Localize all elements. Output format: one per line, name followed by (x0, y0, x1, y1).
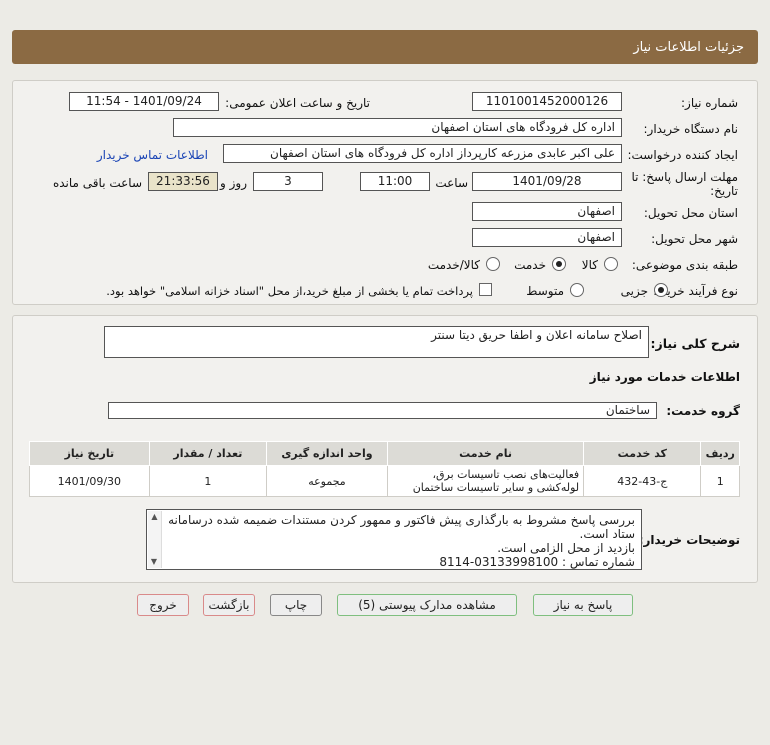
services-table: ردیف کد خدمت نام خدمت واحد اندازه گیری ت… (29, 441, 740, 497)
treasury-payment-checkbox[interactable] (479, 283, 492, 296)
deadline-date-field: 1401/09/28 (472, 172, 622, 191)
cell-service-code: ج-43-432 (583, 465, 702, 497)
table-row: 1 ج-43-432 فعالیت‌های نصب تاسیسات برق، ل… (29, 465, 740, 497)
col-unit: واحد اندازه گیری (266, 441, 388, 466)
purchase-option-minor: جزیی (620, 284, 648, 298)
buyer-note-line: شماره تماس : 03133998100-8114 (439, 555, 635, 569)
creator-label: ایجاد کننده درخواست: (627, 148, 738, 162)
cell-service-name: فعالیت‌های نصب تاسیسات برق، لوله‌کشی و س… (386, 465, 585, 497)
category-radio-goods[interactable] (604, 257, 618, 271)
category-option-goods-service: کالا/خدمت (427, 258, 480, 272)
scroll-down-icon[interactable]: ▼ (147, 556, 161, 568)
deadline-time-label: ساعت (435, 176, 468, 190)
col-quantity: تعداد / مقدار (148, 441, 268, 466)
col-need-date: تاریخ نیاز (29, 441, 150, 466)
announce-datetime-label: تاریخ و ساعت اعلان عمومی: (225, 96, 370, 110)
buyer-notes-box[interactable]: بررسی پاسخ مشروط به بارگذاری پیش فاکتور … (146, 509, 642, 570)
cell-row-number: 1 (700, 465, 740, 497)
need-number-field: 1101001452000126 (472, 92, 622, 111)
need-number-label: شماره نیاز: (681, 96, 738, 110)
delivery-city-label: شهر محل تحویل: (651, 232, 738, 246)
category-radio-service[interactable] (552, 257, 566, 271)
cell-quantity: 1 (148, 465, 268, 497)
buyer-note-line: بررسی پاسخ مشروط به بارگذاری پیش فاکتور … (168, 513, 635, 541)
remaining-days-field: 3 (253, 172, 323, 191)
creator-field: علی اکبر عابدی مزرعه کارپرداز اداره کل ف… (223, 144, 622, 163)
category-option-goods: کالا (581, 258, 598, 272)
buyer-notes-label: توضیحات خریدار: (638, 533, 740, 547)
buyer-org-label: نام دستگاه خریدار: (643, 122, 739, 136)
deadline-time-field: 11:00 (360, 172, 430, 191)
col-row-number: ردیف (700, 441, 740, 466)
service-group-label: گروه خدمت: (666, 404, 740, 418)
purchase-radio-medium[interactable] (570, 283, 584, 297)
print-button[interactable]: چاپ (270, 594, 322, 616)
page-title: جزئیات اطلاعات نیاز (12, 30, 758, 64)
buyer-contact-link[interactable]: اطلاعات تماس خریدار (97, 148, 208, 162)
exit-button[interactable]: خروج (137, 594, 189, 616)
back-button[interactable]: بازگشت (203, 594, 255, 616)
notes-scrollbar[interactable]: ▲ ▼ (148, 511, 162, 568)
buyer-org-field: اداره کل فرودگاه های استان اصفهان (173, 118, 622, 137)
cell-need-date: 1401/09/30 (29, 465, 150, 497)
scroll-up-icon[interactable]: ▲ (148, 511, 161, 523)
buyer-note-line: بازدید از محل الزامی است. (497, 541, 635, 555)
remaining-time-label: ساعت باقی مانده (52, 176, 142, 190)
reply-button[interactable]: پاسخ به نیاز (533, 594, 633, 616)
purchase-option-medium: متوسط (526, 284, 564, 298)
services-section-title: اطلاعات خدمات مورد نیاز (589, 370, 740, 384)
category-radio-goods-service[interactable] (486, 257, 500, 271)
col-service-name: نام خدمت (386, 441, 585, 466)
category-label: طبقه بندی موضوعی: (631, 258, 738, 272)
purchase-radio-minor[interactable] (654, 283, 668, 297)
description-field: اصلاح سامانه اعلان و اطفا حریق دیتا سنتر (104, 326, 649, 358)
table-header-row: ردیف کد خدمت نام خدمت واحد اندازه گیری ت… (29, 441, 740, 466)
delivery-province-field: اصفهان (472, 202, 622, 221)
remaining-time-field: 21:33:56 (148, 172, 218, 191)
service-group-field: ساختمان (108, 402, 657, 419)
treasury-payment-note: پرداخت تمام یا بخشی از مبلغ خرید،از محل … (106, 284, 473, 298)
cell-unit: مجموعه (266, 465, 388, 497)
announce-datetime-field: 1401/09/24 - 11:54 (69, 92, 219, 111)
col-service-code: کد خدمت (583, 441, 702, 466)
deadline-label: مهلت ارسال پاسخ: تا (631, 170, 738, 184)
category-option-service: خدمت (514, 258, 546, 272)
view-attachments-button[interactable]: مشاهده مدارک پیوستی (5) (337, 594, 517, 616)
deadline-label-date: تاریخ: (710, 184, 738, 198)
delivery-province-label: استان محل تحویل: (643, 206, 738, 220)
remaining-days-label: روز و (220, 176, 247, 190)
description-label: شرح کلی نیاز: (650, 336, 740, 351)
delivery-city-field: اصفهان (472, 228, 622, 247)
